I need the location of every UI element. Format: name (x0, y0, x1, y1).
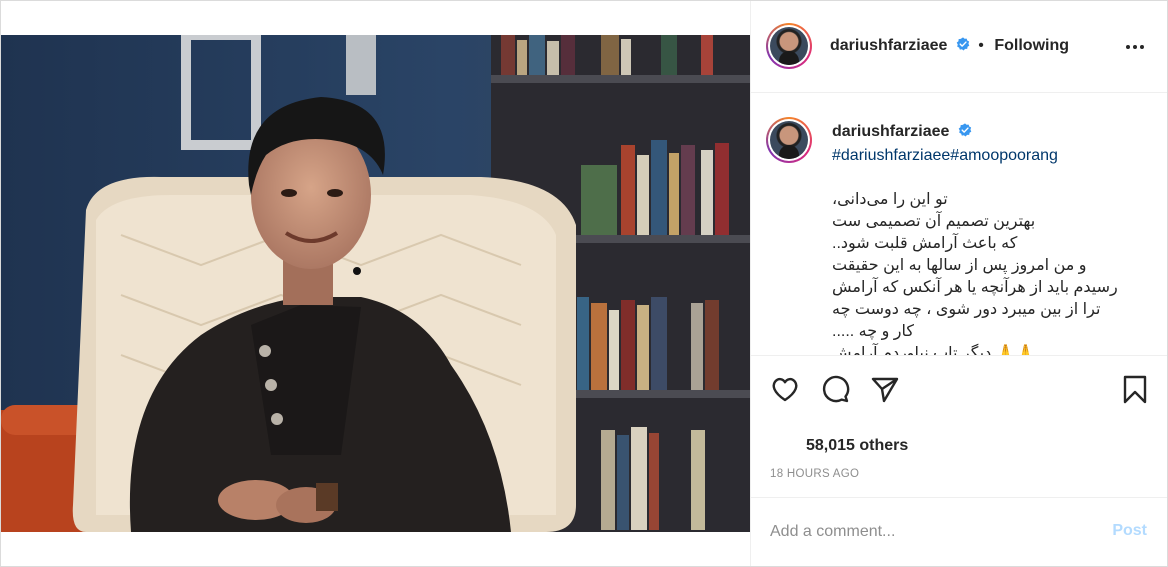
post-media-panel (1, 1, 751, 566)
post-comment-button[interactable]: Post (1112, 522, 1147, 540)
add-comment-bar: Post (750, 497, 1167, 567)
verified-icon (958, 123, 972, 137)
verified-icon (956, 37, 970, 51)
caption-author: dariushfarziaee (832, 123, 972, 141)
post-timestamp[interactable]: 18 HOURS AGO (770, 468, 859, 480)
heart-icon[interactable] (769, 373, 801, 405)
caption-text: تو این را می‌دانی، بهترین تصمیم آن تصمیم… (832, 191, 1118, 355)
separator-dot: • (978, 37, 984, 54)
post-side-panel: dariushfarziaee • Following dariushfarzi… (750, 1, 1167, 566)
author-avatar[interactable] (766, 23, 812, 69)
post-header: dariushfarziaee • Following (750, 1, 1167, 93)
action-bar (750, 355, 1167, 421)
comments-area: dariushfarziaee #dariushfarziaee#amoopoo… (750, 93, 1167, 355)
caption-username[interactable]: dariushfarziaee (832, 123, 949, 140)
comment-icon[interactable] (819, 373, 851, 405)
following-button[interactable]: Following (994, 37, 1069, 54)
more-options-icon[interactable] (1123, 35, 1147, 59)
post-photo[interactable] (1, 35, 750, 532)
share-icon[interactable] (869, 373, 901, 405)
caption-author-avatar[interactable] (766, 117, 812, 163)
likes-count[interactable]: 58,015 others (806, 437, 908, 455)
author-username[interactable]: dariushfarziaee (830, 37, 947, 54)
header-meta: dariushfarziaee • Following (830, 37, 1069, 55)
bookmark-icon[interactable] (1119, 373, 1151, 405)
comment-input[interactable] (770, 520, 1090, 544)
caption-hashtags[interactable]: #dariushfarziaee#amoopoorang (832, 147, 1058, 165)
instagram-post: dariushfarziaee • Following dariushfarzi… (0, 0, 1168, 567)
